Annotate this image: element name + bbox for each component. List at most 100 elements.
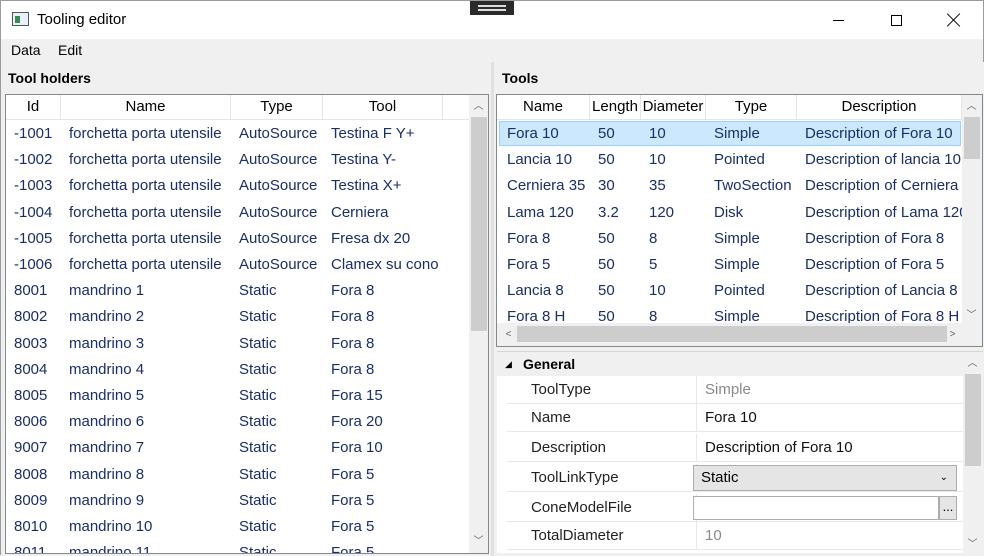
browse-button[interactable]: ... — [939, 496, 957, 520]
tool-link-type-select[interactable]: Static ⌄ — [693, 465, 957, 491]
column-header-description[interactable]: Description — [797, 95, 962, 120]
tools-grid[interactable]: Name Length Diameter Type Description Fora 10… — [496, 94, 983, 347]
holder-cell: -1001 — [14, 125, 53, 142]
property-value[interactable]: Fora 10 — [705, 404, 757, 432]
tool-cell[interactable]: 35 — [649, 173, 706, 199]
column-header-name[interactable]: Name — [61, 95, 231, 120]
tool-cell[interactable]: Description of Lancia 8 — [805, 278, 962, 304]
holders-scrollbar[interactable]: ︿ ﹀ — [469, 95, 488, 553]
tool-cell[interactable]: Fora 5 — [507, 252, 590, 278]
tool-cell[interactable]: 10 — [649, 121, 706, 147]
tool-cell[interactable]: 120 — [649, 200, 706, 226]
tools-hscrollbar[interactable]: < > — [497, 323, 962, 346]
holder-cell: mandrino 8 — [69, 465, 145, 483]
tool-cell[interactable]: 3.2 — [598, 200, 641, 226]
tool-cell[interactable]: 5 — [649, 252, 706, 278]
property-value[interactable]: Description of Fora 10 — [705, 434, 853, 462]
scroll-left-icon[interactable]: < — [500, 326, 517, 343]
column-header-length[interactable]: Length — [590, 95, 641, 120]
tool-cell[interactable]: Simple — [714, 121, 797, 147]
minimize-button[interactable] — [809, 1, 867, 39]
tool-cell[interactable]: 50 — [598, 226, 641, 252]
tools-heading: Tools — [502, 70, 539, 86]
tool-cell[interactable]: 8 — [649, 226, 706, 252]
tool-cell[interactable]: Description of Fora 5 — [805, 252, 962, 278]
property-grid-scrollbar[interactable]: ︿ ﹀ — [963, 352, 983, 554]
tool-holders-grid[interactable]: Id Name Type Tool -1001 forchetta porta utens… — [5, 94, 489, 554]
scroll-up-icon[interactable]: ︿ — [964, 355, 981, 372]
tool-cell[interactable]: Description of Cerniera — [805, 173, 962, 199]
holder-cell: 8006 — [14, 413, 48, 431]
tool-cell[interactable]: Fora 10 — [507, 121, 590, 147]
scroll-right-icon[interactable]: > — [944, 326, 961, 343]
tool-cell[interactable]: Cerniera 35 — [507, 173, 590, 199]
column-header-tool[interactable]: Tool — [323, 95, 443, 120]
holder-cell: AutoSource — [239, 125, 318, 142]
holder-cell: -1006 — [14, 256, 53, 273]
scroll-thumb[interactable] — [965, 374, 981, 466]
property-row-description[interactable]: Description Description of Fora 10 — [507, 434, 963, 462]
tool-cell[interactable]: 50 — [598, 147, 641, 173]
scroll-thumb[interactable] — [964, 117, 980, 159]
tool-cell[interactable]: Simple — [714, 226, 797, 252]
tools-vscrollbar[interactable]: ︿ ﹀ — [962, 95, 982, 327]
scroll-down-icon[interactable]: ﹀ — [963, 307, 980, 324]
property-name: TotalDiameter — [531, 527, 624, 544]
column-header-name[interactable]: Name — [497, 95, 590, 120]
property-category-general[interactable]: ◢ General — [497, 352, 963, 376]
tool-cell[interactable]: Simple — [714, 252, 797, 278]
column-header-id[interactable]: Id — [6, 95, 61, 120]
tool-cell[interactable]: TwoSection — [714, 173, 797, 199]
menu-data[interactable]: Data — [11, 42, 41, 58]
close-button[interactable] — [925, 1, 983, 39]
tool-cell[interactable]: Pointed — [714, 278, 797, 304]
tool-cell[interactable]: Description of Lama 120 — [805, 200, 962, 226]
tool-cell[interactable]: 30 — [598, 173, 641, 199]
holder-cell: mandrino 3 — [69, 334, 145, 352]
property-row-tooltype[interactable]: ToolType Simple — [507, 376, 963, 404]
holder-cell: Fora 8 — [331, 282, 375, 300]
tool-cell[interactable]: Description of lancia 10 — [805, 147, 962, 173]
tool-cell[interactable]: Disk — [714, 200, 797, 226]
menu-edit[interactable]: Edit — [58, 42, 82, 58]
tool-cell[interactable]: 50 — [598, 252, 641, 278]
scroll-up-icon[interactable]: ︿ — [470, 98, 487, 115]
tool-cell[interactable]: Lama 120 — [507, 200, 590, 226]
tool-cell[interactable]: 50 — [598, 278, 641, 304]
tool-cell[interactable]: Fora 8 — [507, 226, 590, 252]
property-row-conemodelfile[interactable]: ConeModelFile... — [507, 494, 963, 522]
tool-cell[interactable]: 50 — [598, 121, 641, 147]
maximize-button[interactable] — [867, 1, 925, 39]
tool-cell[interactable]: Lancia 10 — [507, 147, 590, 173]
holder-cell: Static — [239, 413, 277, 431]
holder-cell: Fora 5 — [331, 491, 375, 509]
collapse-triangle-icon[interactable]: ◢ — [505, 352, 512, 376]
property-row-toollinktype[interactable]: ToolLinkType Static ⌄ — [507, 464, 963, 492]
holder-cell: Static — [239, 491, 277, 509]
column-header-type[interactable]: Type — [706, 95, 797, 120]
property-value: Simple — [705, 381, 751, 398]
holder-cell: AutoSource — [239, 177, 318, 195]
column-header-type[interactable]: Type — [231, 95, 323, 120]
holder-cell: -1003 — [14, 177, 53, 195]
property-row-totaldiameter[interactable]: TotalDiameter 10 — [507, 522, 963, 550]
holder-cell: AutoSource — [239, 229, 318, 247]
scroll-down-icon[interactable]: ﹀ — [964, 536, 981, 553]
holder-cell: Fora 10 — [331, 439, 383, 457]
drag-handle-icon[interactable] — [470, 1, 514, 15]
column-header-diameter[interactable]: Diameter — [641, 95, 706, 120]
tool-cell[interactable]: Description of Fora 10 — [805, 121, 962, 147]
tool-cell[interactable]: Lancia 8 — [507, 278, 590, 304]
scroll-thumb[interactable] — [471, 117, 487, 331]
tool-cell[interactable]: Description of Fora 8 — [805, 226, 962, 252]
tool-cell[interactable]: 10 — [649, 278, 706, 304]
cone-model-file-input[interactable] — [693, 496, 939, 520]
scroll-up-icon[interactable]: ︿ — [963, 98, 980, 115]
tool-cell[interactable]: 10 — [649, 147, 706, 173]
scroll-down-icon[interactable]: ﹀ — [470, 533, 487, 550]
property-row-name[interactable]: Name Fora 10 — [507, 404, 963, 432]
dropdown-chevron-icon[interactable]: ⌄ — [940, 466, 948, 490]
tool-cell[interactable]: Pointed — [714, 147, 797, 173]
scroll-thumb-horizontal[interactable] — [517, 326, 947, 342]
property-divider — [696, 404, 697, 432]
